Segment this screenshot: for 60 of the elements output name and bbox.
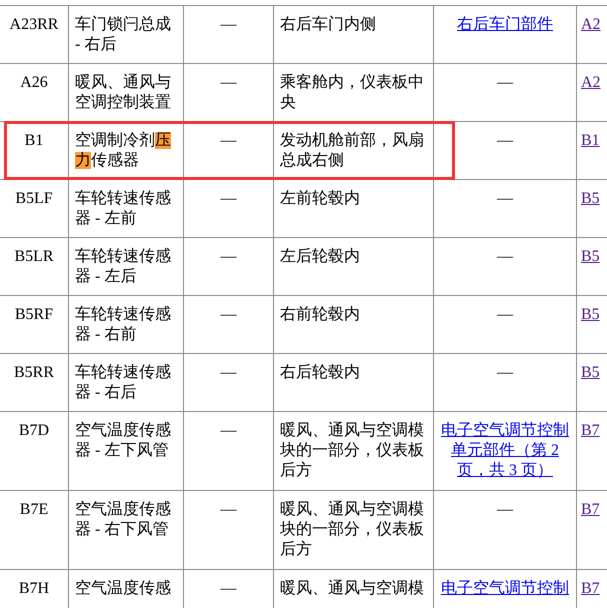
dash: — [220, 189, 236, 209]
dash: — [220, 500, 236, 520]
diagram-link[interactable]: B5 [581, 190, 600, 207]
part-name: 车轮转速传感器 - 右前 [75, 305, 172, 345]
dash: — [497, 131, 513, 151]
part-code: A26 [20, 73, 48, 93]
location-text: 暖风、通风与空调模 [280, 579, 424, 599]
part-code: B5LF [15, 189, 53, 209]
location-text: 左后轮毂内 [280, 247, 360, 267]
dash: — [220, 579, 236, 599]
part-name: 空气温度传感 [75, 579, 171, 599]
part-code: B7H [18, 579, 50, 599]
part-name: 车轮转速传感器 - 左前 [75, 189, 172, 229]
part-name: 车门锁闩总成 - 右后 [75, 15, 172, 55]
part-code: B5RF [14, 305, 54, 325]
part-code: B7D [18, 421, 50, 441]
part-name: 空气温度传感器 - 右下风管 [75, 500, 172, 540]
dash: — [497, 73, 513, 93]
diagram-link[interactable]: A2 [581, 16, 601, 33]
diagram-link[interactable]: B5 [581, 248, 600, 265]
part-name: 车轮转速传感器 - 左后 [75, 247, 172, 287]
location-text: 暖风、通风与空调模块的一部分，仪表板后方 [280, 421, 425, 481]
part-code: B1 [24, 131, 44, 151]
part-code: B7E [20, 500, 48, 520]
diagram-link[interactable]: B5 [581, 306, 600, 323]
part-code: B5RR [14, 363, 54, 383]
part-name: 空气温度传感器 - 左下风管 [75, 421, 172, 461]
diagram-link[interactable]: B7 [581, 422, 600, 439]
dash: — [497, 363, 513, 383]
dash: — [497, 247, 513, 267]
dash: — [220, 73, 236, 93]
part-code: A23RR [10, 15, 58, 35]
location-text: 右后车门内侧 [280, 15, 376, 35]
component-link[interactable]: 右后车门部件 [457, 15, 553, 35]
part-name: 暖风、通风与空调控制装置 [75, 73, 172, 113]
diagram-link[interactable]: B1 [581, 132, 600, 149]
component-link[interactable]: 电子空气调节控制 [441, 579, 569, 599]
diagram-link[interactable]: B7 [581, 501, 600, 518]
part-name: 车轮转速传感器 - 右后 [75, 363, 172, 403]
location-text: 乘客舱内，仪表板中央 [280, 73, 425, 113]
dash: — [220, 421, 236, 441]
diagram-link[interactable]: A2 [581, 74, 601, 91]
dash: — [220, 15, 236, 35]
location-text: 发动机舱前部，风扇总成右侧 [280, 131, 425, 171]
location-text: 暖风、通风与空调模块的一部分，仪表板后方 [280, 500, 425, 560]
dash: — [497, 189, 513, 209]
location-text: 左前轮毂内 [280, 189, 360, 209]
location-text: 右前轮毂内 [280, 305, 360, 325]
dash: — [220, 131, 236, 151]
dash: — [220, 363, 236, 383]
diagram-link[interactable]: B7 [581, 580, 600, 597]
dash: — [220, 305, 236, 325]
dash: — [497, 305, 513, 325]
component-link[interactable]: 电子空气调节控制单元部件（第 2 页，共 3 页） [440, 421, 570, 481]
dash: — [220, 247, 236, 267]
part-code: B5LR [14, 247, 54, 267]
location-text: 右后轮毂内 [280, 363, 360, 383]
diagram-link[interactable]: B5 [581, 364, 600, 381]
dash: — [497, 500, 513, 520]
part-name: 空调制冷剂压力传感器 [75, 131, 172, 171]
